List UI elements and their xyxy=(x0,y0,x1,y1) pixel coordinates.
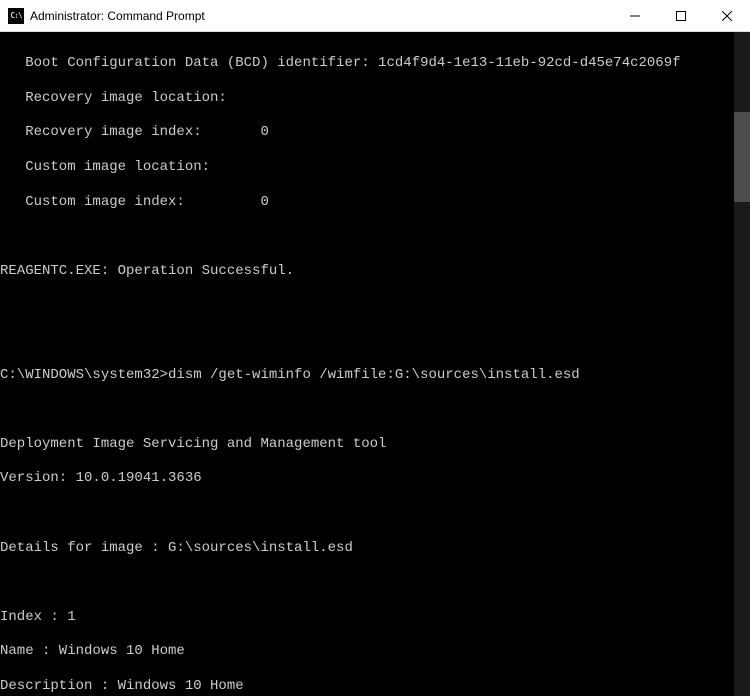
output-line: REAGENTC.EXE: Operation Successful. xyxy=(0,263,681,280)
output-line: Custom image index: 0 xyxy=(0,194,681,211)
output-line xyxy=(0,228,681,245)
output-line xyxy=(0,297,681,314)
maximize-button[interactable] xyxy=(658,0,704,31)
prompt-line: C:\WINDOWS\system32>dism /get-wiminfo /w… xyxy=(0,367,681,384)
output-line: Recovery image location: xyxy=(0,90,681,107)
output-line xyxy=(0,574,681,591)
scrollbar-thumb[interactable] xyxy=(734,112,750,202)
close-button[interactable] xyxy=(704,0,750,31)
output-line: Deployment Image Servicing and Managemen… xyxy=(0,436,681,453)
output-line: Index : 1 xyxy=(0,609,681,626)
output-line xyxy=(0,332,681,349)
output-line: Details for image : G:\sources\install.e… xyxy=(0,540,681,557)
terminal-output: Boot Configuration Data (BCD) identifier… xyxy=(0,32,681,696)
window-controls xyxy=(612,0,750,31)
output-line: Description : Windows 10 Home xyxy=(0,678,681,695)
window-title: Administrator: Command Prompt xyxy=(30,9,612,23)
output-line: Name : Windows 10 Home xyxy=(0,643,681,660)
output-line xyxy=(0,505,681,522)
output-line: Version: 10.0.19041.3636 xyxy=(0,470,681,487)
cmd-icon: C:\ xyxy=(8,8,24,24)
output-line xyxy=(0,401,681,418)
output-line: Custom image location: xyxy=(0,159,681,176)
minimize-button[interactable] xyxy=(612,0,658,31)
output-line: Boot Configuration Data (BCD) identifier… xyxy=(0,55,681,72)
scrollbar-track[interactable] xyxy=(734,32,750,696)
output-line: Recovery image index: 0 xyxy=(0,124,681,141)
window-titlebar: C:\ Administrator: Command Prompt xyxy=(0,0,750,32)
terminal-area[interactable]: Boot Configuration Data (BCD) identifier… xyxy=(0,32,750,696)
